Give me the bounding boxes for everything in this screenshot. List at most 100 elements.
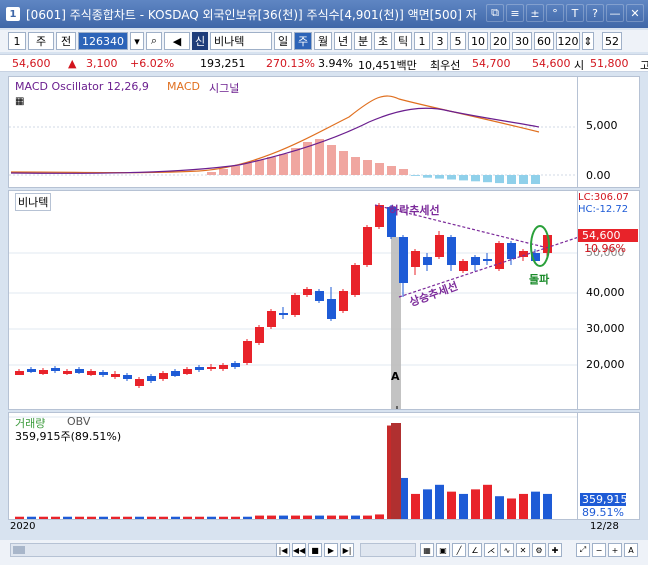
window-number: 1 bbox=[6, 7, 20, 21]
tool-wave-button[interactable]: ∿ bbox=[500, 543, 514, 557]
stop-button[interactable]: ■ bbox=[308, 543, 322, 557]
first-button[interactable]: |◀ bbox=[276, 543, 290, 557]
scroll-thumb[interactable] bbox=[13, 546, 25, 554]
interval-10[interactable]: 10 bbox=[468, 32, 488, 50]
interval-spinner[interactable]: ⇕ bbox=[582, 32, 594, 50]
interval-60[interactable]: 60 bbox=[534, 32, 554, 50]
fan-icon: ⋌ bbox=[487, 545, 495, 555]
market-select[interactable]: 주 bbox=[28, 32, 54, 50]
period-month[interactable]: 월 bbox=[314, 32, 332, 50]
title-bar: 1 [0601] 주식종합차트 - KOSDAQ 외국인보유[36(천)] 주식… bbox=[0, 0, 648, 28]
footer: 2020 12/28 |◀ ◀◀ ■ ▶ ▶| ▦ ▣ ╱ ∠ ⋌ ∿ ✕ ⚙ … bbox=[0, 521, 648, 565]
zoom-out-button[interactable]: − bbox=[592, 543, 606, 557]
volume-bar bbox=[543, 493, 552, 519]
open-price: 51,800 bbox=[590, 57, 629, 70]
tool-gear-button[interactable]: ⚙ bbox=[532, 543, 546, 557]
tool-plus-button[interactable]: ✚ bbox=[548, 543, 562, 557]
tool-box-button[interactable]: ▣ bbox=[436, 543, 450, 557]
settings-icon[interactable]: ° bbox=[546, 4, 564, 22]
tool-line-button[interactable]: ╱ bbox=[452, 543, 466, 557]
minimize-icon[interactable]: — bbox=[606, 4, 624, 22]
macd-axis: 5,000 0.00 bbox=[578, 76, 640, 188]
tool-angle-button[interactable]: ∠ bbox=[468, 543, 482, 557]
interval-20[interactable]: 20 bbox=[490, 32, 510, 50]
candle-body bbox=[411, 251, 420, 267]
interval-30[interactable]: 30 bbox=[512, 32, 532, 50]
candle-body bbox=[291, 295, 300, 315]
volume-ratio: 270.13% bbox=[266, 57, 315, 70]
prev-button[interactable]: ◀◀ bbox=[292, 543, 306, 557]
period-tick[interactable]: 틱 bbox=[394, 32, 412, 50]
volume-bar bbox=[231, 516, 240, 519]
macd-osc-bar bbox=[507, 175, 516, 184]
menu-icon[interactable]: ≡ bbox=[506, 4, 524, 22]
macd-panel[interactable]: MACD Oscillator 12,26,9 MACD 시그널 ▦ bbox=[8, 76, 578, 188]
macd-tick-0: 0.00 bbox=[586, 169, 611, 182]
help-icon[interactable]: ? bbox=[586, 4, 604, 22]
macd-chart bbox=[9, 95, 577, 184]
sound-button[interactable]: ◀︎ bbox=[164, 32, 190, 50]
candle-body bbox=[267, 311, 276, 327]
interval-5[interactable]: 5 bbox=[450, 32, 466, 50]
zoom-in-button[interactable]: + bbox=[608, 543, 622, 557]
stock-code-input[interactable]: 126340 bbox=[78, 32, 128, 50]
prev-icon: ◀◀ bbox=[292, 545, 306, 555]
scope-select[interactable]: 전 bbox=[56, 32, 76, 50]
candle-body bbox=[483, 259, 492, 261]
font-button[interactable]: A bbox=[624, 543, 638, 557]
close-icon[interactable]: ✕ bbox=[626, 4, 644, 22]
period-minute[interactable]: 분 bbox=[354, 32, 372, 50]
text-icon[interactable]: T bbox=[566, 4, 584, 22]
volume-bar bbox=[507, 498, 516, 519]
macd-osc-bar bbox=[483, 175, 492, 183]
volume-spike-bar bbox=[391, 423, 401, 519]
candle-body bbox=[363, 227, 372, 265]
interval-3[interactable]: 3 bbox=[432, 32, 448, 50]
macd-osc-bar bbox=[399, 169, 408, 175]
candle-count-input[interactable]: 52 bbox=[602, 32, 622, 50]
candle-body bbox=[111, 374, 120, 377]
interval-120[interactable]: 120 bbox=[556, 32, 580, 50]
interval-1[interactable]: 1 bbox=[414, 32, 430, 50]
candle-body bbox=[195, 367, 204, 370]
macd-osc-bar bbox=[219, 169, 228, 175]
volume: 193,251 bbox=[200, 57, 246, 70]
tool-grid-button[interactable]: ▦ bbox=[420, 543, 434, 557]
search-button[interactable]: ⌕ bbox=[146, 32, 162, 50]
price-panel[interactable]: 비나텍 하락추세선 상승추세선 돌파 A bbox=[8, 190, 578, 410]
search-icon: ⌕ bbox=[150, 34, 158, 47]
scrollbar[interactable] bbox=[10, 543, 280, 557]
tool-cross-button[interactable]: ✕ bbox=[516, 543, 530, 557]
candle-body bbox=[219, 365, 228, 369]
price-change: 3,100 bbox=[86, 57, 118, 70]
volume-bar bbox=[51, 516, 60, 519]
macd-osc-bar bbox=[243, 163, 252, 175]
volume-bar bbox=[291, 515, 300, 519]
volume-bar bbox=[39, 516, 48, 519]
current-price-tag: 54,600 bbox=[578, 229, 638, 242]
next-button[interactable]: ▶ bbox=[324, 543, 338, 557]
period-day[interactable]: 일 bbox=[274, 32, 292, 50]
volume-bar bbox=[123, 516, 132, 519]
volume-bar bbox=[315, 515, 324, 519]
period-week[interactable]: 주 bbox=[294, 32, 312, 50]
candle-body bbox=[87, 371, 96, 375]
plus-minus-icon[interactable]: ± bbox=[526, 4, 544, 22]
macd-osc-bar bbox=[411, 175, 420, 176]
spinner-icon: ⇕ bbox=[583, 34, 593, 48]
expand-button[interactable]: ⤢ bbox=[576, 543, 590, 557]
zoom-track[interactable] bbox=[360, 543, 416, 557]
code-dropdown[interactable]: ▾ bbox=[130, 32, 144, 50]
volume-bar bbox=[75, 516, 84, 519]
price-tick-40000: 40,000 bbox=[586, 286, 625, 299]
volume-bar bbox=[375, 514, 384, 519]
period-year[interactable]: 년 bbox=[334, 32, 352, 50]
tool-fan-button[interactable]: ⋌ bbox=[484, 543, 498, 557]
link-icon[interactable]: ⧉ bbox=[486, 4, 504, 22]
grid-icon[interactable]: ▦ bbox=[15, 96, 24, 107]
volume-bar bbox=[135, 516, 144, 519]
last-button[interactable]: ▶| bbox=[340, 543, 354, 557]
period-second[interactable]: 초 bbox=[374, 32, 392, 50]
window-index[interactable]: 1 bbox=[8, 32, 26, 50]
volume-panel[interactable]: 거래량 OBV 359,915주(89.51%) bbox=[8, 412, 578, 520]
